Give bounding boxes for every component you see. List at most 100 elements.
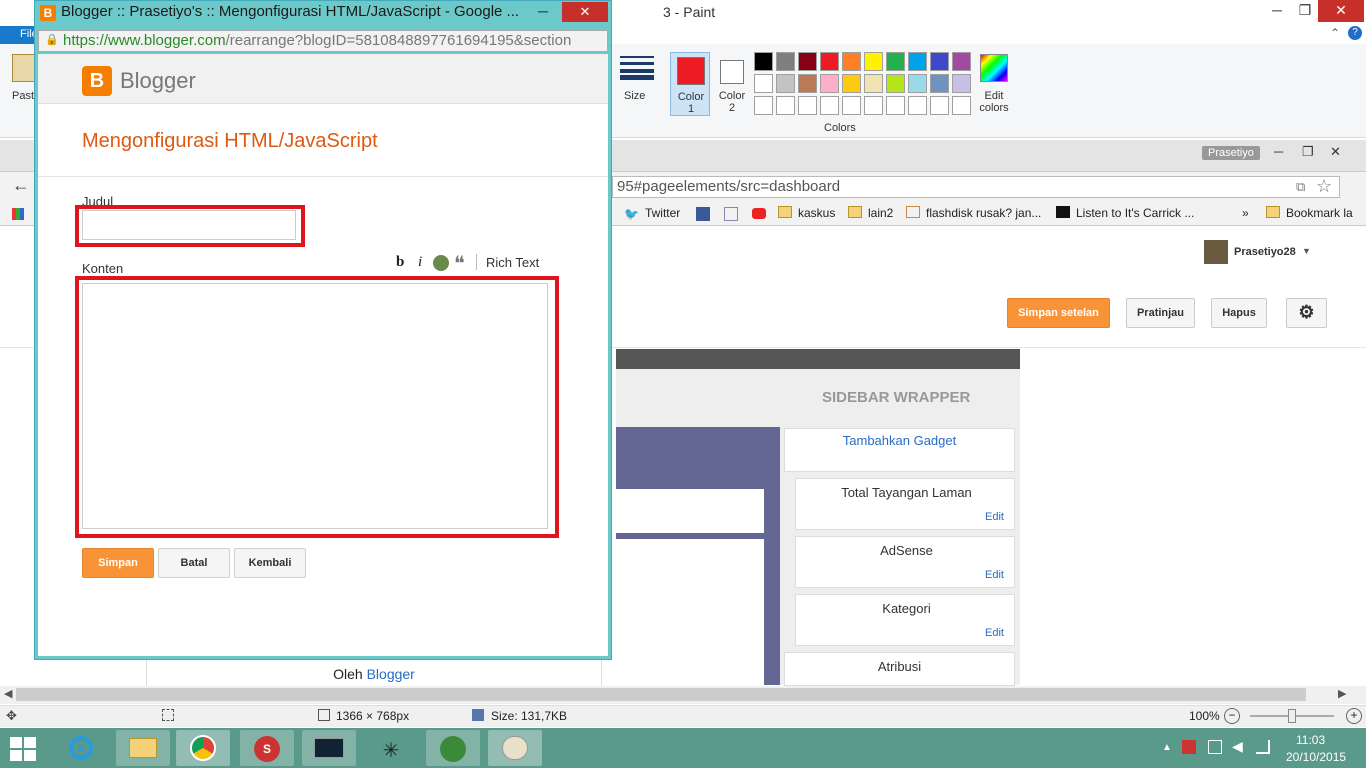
ribbon-collapse-icon[interactable]: ⌃ [1330,26,1340,40]
bookmark-other[interactable]: Bookmark la [1266,206,1353,220]
back-button[interactable]: Kembali [234,548,306,578]
cancel-button[interactable]: Batal [158,548,230,578]
bookmark-lain2[interactable]: lain2 [848,206,893,220]
add-gadget-link[interactable]: Tambahkan Gadget [843,433,956,448]
chevron-down-icon[interactable]: ▼ [1302,246,1311,256]
palette-swatch[interactable] [776,96,795,115]
palette-swatch[interactable] [754,96,773,115]
palette-swatch[interactable] [820,96,839,115]
palette-swatch[interactable] [952,96,971,115]
main-gadget-1[interactable] [616,489,764,533]
palette-swatch[interactable] [952,74,971,93]
palette-swatch[interactable] [820,74,839,93]
palette-swatch[interactable] [930,74,949,93]
zoom-out-button[interactable]: − [1224,708,1240,724]
edit-colors-label-2[interactable]: colors [976,102,1012,114]
paint-icon[interactable] [488,730,542,766]
apps-icon[interactable] [12,208,24,220]
drag-handle[interactable] [784,536,796,588]
address-bar[interactable]: 95#pageelements/src=dashboard [612,176,1340,198]
bookmark-carrick[interactable]: Listen to It's Carrick ... [1056,206,1194,220]
maximize-button[interactable]: ❐ [1290,0,1320,22]
gadget-item[interactable]: Total Tayangan Laman Edit [784,478,1015,530]
palette-swatch[interactable] [886,74,905,93]
volume-icon[interactable]: ◀ [1232,738,1243,755]
italic-button[interactable]: i [418,254,422,271]
edit-colors-label-1[interactable]: Edit [976,90,1012,102]
bold-button[interactable]: b [396,254,404,271]
help-icon[interactable]: ? [1348,26,1362,40]
clock-time[interactable]: 11:03 [1296,733,1325,747]
gadget-item[interactable]: AdSense Edit [784,536,1015,588]
palette-swatch[interactable] [754,74,773,93]
avatar[interactable] [1204,240,1228,264]
palette-swatch[interactable] [952,52,971,71]
color2-selector[interactable]: Color 2 [712,52,752,116]
popup-address-bar[interactable]: 🔒 https://www.blogger.com/rearrange?blog… [38,30,608,52]
palette-swatch[interactable] [908,96,927,115]
download-manager-icon[interactable] [426,730,480,766]
palette-swatch[interactable] [776,52,795,71]
popup-close-button[interactable]: ✕ [562,2,608,22]
clock-date[interactable]: 20/10/2015 [1286,750,1346,764]
task-manager-icon[interactable] [302,730,356,766]
gadget-edit-link[interactable]: Edit [985,627,1004,639]
close-button[interactable]: ✕ [1318,0,1364,22]
palette-swatch[interactable] [930,52,949,71]
palette-swatch[interactable] [798,74,817,93]
palette-swatch[interactable] [754,52,773,71]
profile-badge[interactable]: Prasetiyo [1202,146,1260,160]
chrome-maximize-button[interactable]: ❐ [1302,144,1314,160]
scrollbar-thumb[interactable] [16,688,1306,701]
gear-icon[interactable]: ⚙ [1286,298,1327,328]
content-textarea[interactable] [82,283,548,529]
palette-swatch[interactable] [886,52,905,71]
add-gadget-box[interactable]: Tambahkan Gadget [784,428,1015,472]
zoom-in-button[interactable]: + [1346,708,1362,724]
chrome-icon[interactable] [176,730,230,766]
palette-swatch[interactable] [886,96,905,115]
delete-button[interactable]: Hapus [1211,298,1267,328]
save-settings-button[interactable]: Simpan setelan [1007,298,1110,328]
tray-device-icon[interactable] [1208,740,1222,754]
network-icon[interactable] [1256,740,1270,754]
rich-text-toggle[interactable]: Rich Text [486,255,539,270]
tray-alert-icon[interactable] [1182,740,1196,754]
palette-swatch[interactable] [930,96,949,115]
palette-swatch[interactable] [798,52,817,71]
page-action-icon[interactable]: ⧉ [1296,179,1305,195]
tray-expand-icon[interactable]: ▲ [1162,742,1172,753]
bookmarks-overflow-button[interactable]: » [1242,206,1249,220]
spider-app-icon[interactable]: ✳ [364,730,418,766]
palette-swatch[interactable] [864,52,883,71]
palette-swatch[interactable] [820,52,839,71]
color1-selector[interactable]: Color 1 [670,52,710,116]
link-icon[interactable] [433,255,449,271]
palette-swatch[interactable] [776,74,795,93]
bookmark-star-icon[interactable]: ☆ [1316,176,1332,197]
user-name[interactable]: Prasetiyo28 [1234,246,1296,258]
gadget-item[interactable]: Atribusi [784,652,1015,686]
drag-handle[interactable] [784,594,796,646]
blogger-link[interactable]: Blogger [367,666,415,682]
bookmark-twitter[interactable]: 🐦 Twitter [624,206,680,221]
size-label[interactable]: Size [624,90,645,102]
youtube-icon[interactable] [752,208,766,219]
title-input[interactable] [82,210,296,240]
internet-explorer-icon[interactable]: e [54,730,108,766]
palette-swatch[interactable] [842,52,861,71]
palette-swatch[interactable] [864,74,883,93]
facebook-icon[interactable] [696,207,710,221]
preview-button[interactable]: Pratinjau [1126,298,1195,328]
save-button[interactable]: Simpan [82,548,154,578]
horizontal-scrollbar[interactable]: ◀ ▶ [0,686,1366,704]
file-explorer-icon[interactable] [116,730,170,766]
gadget-item[interactable]: Kategori Edit [784,594,1015,646]
minimize-button[interactable]: ─ [1262,0,1292,22]
palette-swatch[interactable] [908,74,927,93]
scroll-right-icon[interactable]: ▶ [1338,687,1346,700]
windows-start-icon[interactable] [10,737,38,761]
palette-swatch[interactable] [798,96,817,115]
palette-swatch[interactable] [864,96,883,115]
palette-swatch[interactable] [842,74,861,93]
